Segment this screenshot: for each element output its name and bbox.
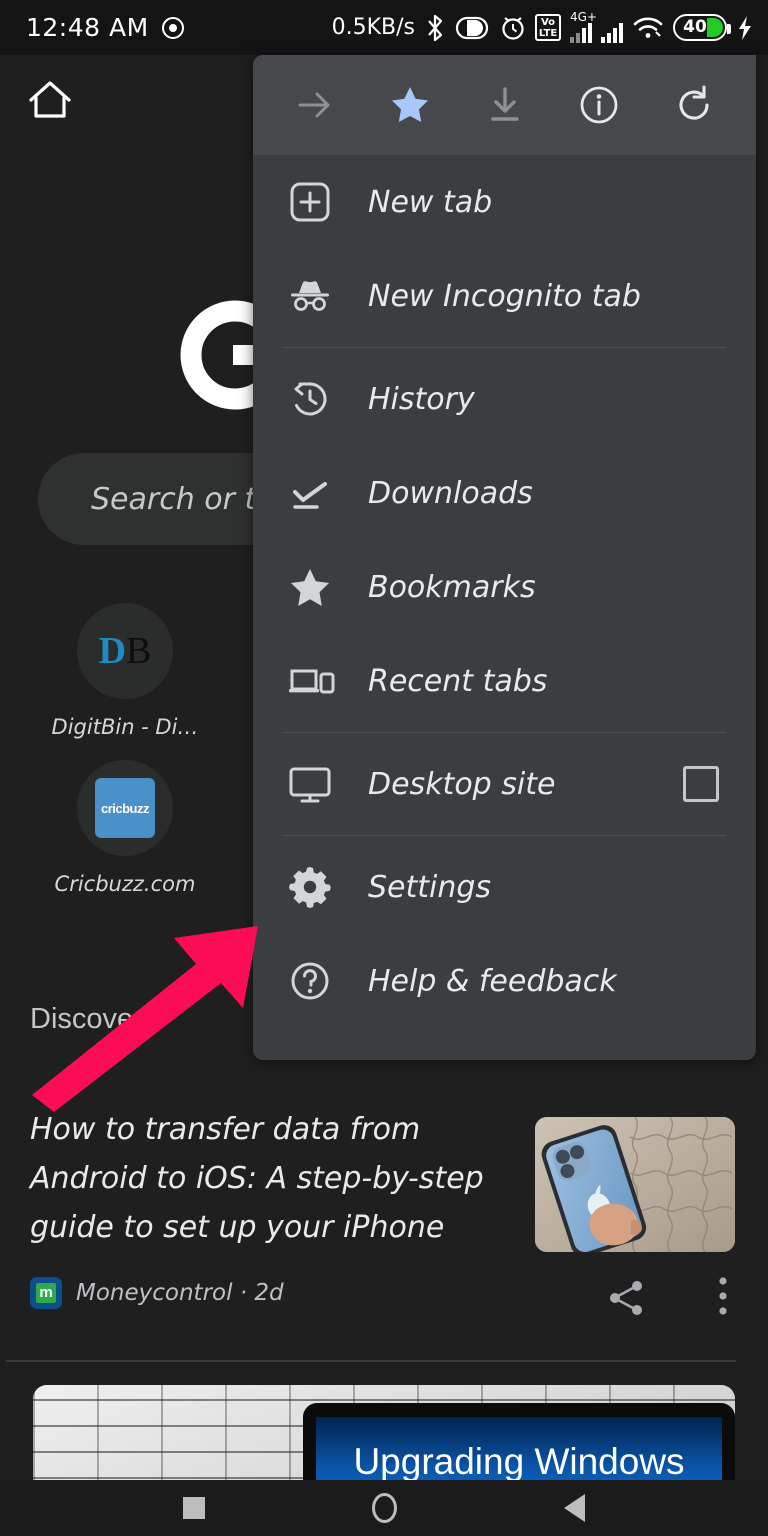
article-thumbnail: [535, 1117, 735, 1252]
volte-icon: Vo LTE: [535, 14, 561, 41]
shortcut-label: Cricbuzz.com: [54, 872, 196, 896]
menu-divider: [283, 347, 726, 348]
menu-item-label: Desktop site: [368, 766, 556, 802]
menu-item-new-tab[interactable]: New tab: [253, 155, 756, 249]
share-icon[interactable]: [605, 1277, 647, 1323]
menu-item-new-incognito-tab[interactable]: New Incognito tab: [253, 249, 756, 343]
home-icon[interactable]: [27, 78, 73, 126]
recents-button[interactable]: [164, 1488, 224, 1528]
forward-arrow-icon[interactable]: [287, 77, 343, 133]
alarm-icon: [500, 14, 526, 42]
shortcut-cricbuzz[interactable]: cricbuzz Cricbuzz.com: [25, 760, 225, 896]
discover-heading: Discover: [30, 1003, 143, 1035]
menu-item-downloads[interactable]: Downloads: [253, 446, 756, 540]
desktop-site-checkbox[interactable]: [683, 766, 719, 802]
menu-divider: [283, 835, 726, 836]
monitor-caption: Upgrading Windows: [353, 1441, 685, 1482]
battery-icon: 40: [673, 14, 731, 41]
dnd-icon: [455, 15, 491, 41]
digitbin-favicon: DB: [77, 603, 173, 699]
menu-item-label: Settings: [368, 869, 492, 905]
back-button[interactable]: [544, 1488, 604, 1528]
history-icon: [286, 375, 338, 423]
help-circle-icon: [286, 957, 338, 1005]
favicon-letter: m: [36, 1283, 56, 1303]
digitbin-logo-b: B: [126, 630, 152, 672]
menu-divider: [283, 732, 726, 733]
menu-item-help-and-feedback[interactable]: Help & feedback: [253, 934, 756, 1028]
menu-item-recent-tabs[interactable]: Recent tabs: [253, 634, 756, 728]
status-bar: 12:48 AM 0.5KB/s Vo LTE 4G+ 40: [0, 0, 768, 55]
wifi-icon: [632, 15, 664, 41]
phone-screen: 12:48 AM 0.5KB/s Vo LTE 4G+ 40 Search or…: [0, 0, 768, 1536]
menu-item-label: New tab: [368, 184, 493, 220]
status-bar-right: 0.5KB/s Vo LTE 4G+ 40: [332, 0, 754, 55]
signal-sim1-icon: 4G+: [570, 10, 597, 43]
cricbuzz-favicon: cricbuzz: [77, 760, 173, 856]
bookmarks-star-icon: [286, 563, 338, 611]
article-byline: m Moneycontrol · 2d: [30, 1277, 284, 1309]
shortcut-label: DigitBin - Di…: [51, 715, 199, 739]
menu-item-label: New Incognito tab: [368, 278, 641, 314]
menu-header-toolbar: [253, 55, 756, 155]
new-tab-icon: [286, 178, 338, 226]
article-more-menu-icon[interactable]: [705, 1273, 741, 1323]
incognito-icon: [286, 272, 338, 320]
menu-item-history[interactable]: History: [253, 352, 756, 446]
cricbuzz-logo-text: cricbuzz: [95, 778, 155, 838]
menu-item-label: Recent tabs: [368, 663, 548, 699]
menu-item-bookmarks[interactable]: Bookmarks: [253, 540, 756, 634]
menu-item-label: History: [368, 381, 475, 417]
menu-item-label: Downloads: [368, 475, 533, 511]
status-bar-left: 12:48 AM: [26, 13, 185, 42]
menu-item-label: Help & feedback: [368, 963, 617, 999]
download-icon[interactable]: [477, 77, 533, 133]
home-button[interactable]: [354, 1488, 414, 1528]
menu-item-desktop-site[interactable]: Desktop site: [253, 737, 756, 831]
article-source: Moneycontrol · 2d: [76, 1280, 284, 1306]
charging-bolt-icon: [736, 14, 754, 42]
moneycontrol-favicon: m: [30, 1277, 62, 1309]
reload-icon[interactable]: [666, 77, 722, 133]
chrome-overflow-menu: New tab New Incognito tab History Downlo…: [253, 55, 756, 1060]
bluetooth-icon: [424, 14, 446, 42]
shortcut-digitbin[interactable]: DB DigitBin - Di…: [25, 603, 225, 739]
star-icon[interactable]: [382, 77, 438, 133]
network-speed-label: 0.5KB/s: [331, 15, 415, 40]
android-nav-bar: [0, 1480, 768, 1536]
status-clock: 12:48 AM: [26, 13, 149, 42]
menu-item-label: Bookmarks: [368, 569, 536, 605]
downloads-icon: [286, 469, 338, 517]
digitbin-logo-d: D: [98, 630, 127, 672]
article-title: How to transfer data from Android to iOS…: [30, 1112, 484, 1245]
gear-icon: [286, 863, 338, 911]
recent-tabs-icon: [286, 657, 338, 705]
article-divider: [6, 1360, 736, 1362]
page-info-icon[interactable]: [571, 77, 627, 133]
desktop-site-icon: [286, 760, 338, 808]
screen-record-icon: [161, 16, 185, 40]
signal-sim2-icon: [601, 13, 623, 43]
menu-item-settings[interactable]: Settings: [253, 840, 756, 934]
